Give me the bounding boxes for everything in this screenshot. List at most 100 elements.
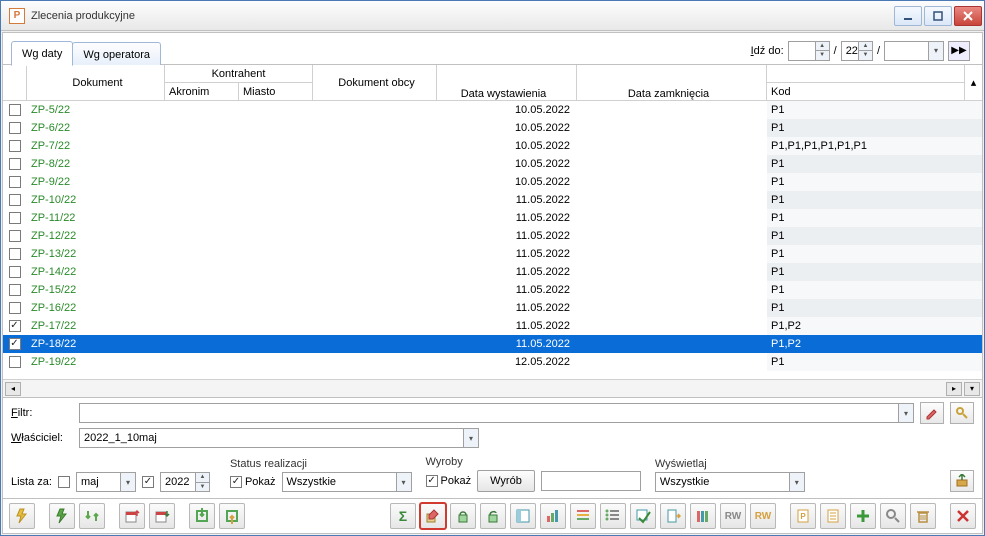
row-check[interactable] (3, 155, 27, 173)
tool-panel[interactable] (510, 503, 536, 529)
status-combo[interactable]: Wszystkie ▾ (282, 472, 412, 492)
tool-swap[interactable] (79, 503, 105, 529)
cell-kod: P1 (767, 209, 982, 227)
listfor-month-check[interactable] (58, 476, 70, 488)
tool-lock-green[interactable] (450, 503, 476, 529)
col-kontrahent[interactable]: Kontrahent (165, 65, 312, 82)
tool-lightning1[interactable] (9, 503, 35, 529)
col-obcy[interactable]: Dokument obcy (313, 65, 437, 100)
tool-rw-grey[interactable]: RW (720, 503, 746, 529)
tool-date-down[interactable] (149, 503, 175, 529)
row-check[interactable] (3, 101, 27, 119)
row-check[interactable] (3, 317, 27, 335)
goto-day-spin[interactable]: ▲▼ (788, 41, 830, 61)
row-check[interactable] (3, 281, 27, 299)
row-check[interactable] (3, 227, 27, 245)
tool-box-out[interactable] (219, 503, 245, 529)
row-check[interactable] (3, 119, 27, 137)
table-row[interactable]: ZP-8/2210.05.2022P1 (3, 155, 982, 173)
table-row[interactable]: ZP-12/2211.05.2022P1 (3, 227, 982, 245)
col-dokument[interactable]: Dokument (27, 65, 165, 100)
tool-sigma[interactable]: Σ (390, 503, 416, 529)
filter-combo[interactable]: ▾ (79, 403, 914, 423)
scroll-right[interactable]: ▸ (946, 382, 962, 396)
tool-chart[interactable] (540, 503, 566, 529)
table-row[interactable]: ZP-16/2211.05.2022P1 (3, 299, 982, 317)
row-check[interactable] (3, 263, 27, 281)
owner-combo[interactable]: 2022_1_10maj ▾ (79, 428, 479, 448)
grid-body[interactable]: ZP-5/2210.05.2022P1ZP-6/2210.05.2022P1ZP… (3, 101, 982, 379)
table-row[interactable]: ZP-11/2211.05.2022P1 (3, 209, 982, 227)
products-combo[interactable] (541, 471, 641, 491)
table-row[interactable]: ZP-7/2210.05.2022P1,P1,P1,P1,P1,P1 (3, 137, 982, 155)
row-check[interactable] (3, 335, 27, 353)
tool-box-in[interactable] (189, 503, 215, 529)
table-row[interactable]: ZP-6/2210.05.2022P1 (3, 119, 982, 137)
tool-rw-gold[interactable]: RW (750, 503, 776, 529)
tool-grid-check[interactable] (630, 503, 656, 529)
cell-dokument: ZP-5/22 (27, 101, 165, 119)
goto-num-spin[interactable]: 22 ▲▼ (841, 41, 873, 61)
scroll-left[interactable]: ◂ (5, 382, 21, 396)
tool-doc-p[interactable]: P (790, 503, 816, 529)
row-check[interactable] (3, 191, 27, 209)
table-row[interactable]: ZP-9/2210.05.2022P1 (3, 173, 982, 191)
tool-books[interactable] (690, 503, 716, 529)
tool-unlock[interactable] (480, 503, 506, 529)
tool-lightning2[interactable] (49, 503, 75, 529)
listfor-month-combo[interactable]: maj ▾ (76, 472, 136, 492)
col-miasto[interactable]: Miasto (239, 83, 312, 100)
tool-edit-highlighted[interactable] (420, 503, 446, 529)
status-show-check[interactable] (230, 476, 242, 488)
scroll-up[interactable]: ▴ (965, 65, 982, 100)
table-row[interactable]: ZP-18/2211.05.2022P1,P2 (3, 335, 982, 353)
table-row[interactable]: ZP-10/2211.05.2022P1 (3, 191, 982, 209)
row-check[interactable] (3, 245, 27, 263)
tool-list1[interactable] (570, 503, 596, 529)
tool-list2[interactable] (600, 503, 626, 529)
row-check[interactable] (3, 173, 27, 191)
products-button[interactable]: Wyrób (477, 470, 535, 492)
row-check[interactable] (3, 209, 27, 227)
minimize-button[interactable] (894, 6, 922, 26)
goto-next-button[interactable]: ▶▶ (948, 41, 970, 61)
tool-search[interactable] (880, 503, 906, 529)
export-button[interactable] (950, 470, 974, 492)
filter-config-button[interactable] (950, 402, 974, 424)
tool-date-up[interactable] (119, 503, 145, 529)
content-area: Wg daty Wg operatora IIdź do:dź do: ▲▼ /… (2, 32, 983, 534)
owner-value: 2022_1_10maj (84, 432, 157, 444)
table-row[interactable]: ZP-14/2211.05.2022P1 (3, 263, 982, 281)
table-row[interactable]: ZP-5/2210.05.2022P1 (3, 101, 982, 119)
scroll-down[interactable]: ▾ (964, 382, 980, 396)
row-check[interactable] (3, 137, 27, 155)
cell-data-wyst: 11.05.2022 (437, 317, 577, 335)
goto-combo[interactable]: ▾ (884, 41, 944, 61)
listfor-year-check[interactable] (142, 476, 154, 488)
tool-doc-list[interactable] (820, 503, 846, 529)
table-row[interactable]: ZP-15/2211.05.2022P1 (3, 281, 982, 299)
hscrollbar[interactable]: ◂ ▸ ▾ (3, 379, 982, 397)
listfor-year-spin[interactable]: 2022 ▲▼ (160, 472, 210, 492)
filter-edit-button[interactable] (920, 402, 944, 424)
table-row[interactable]: ZP-17/2211.05.2022P1,P2 (3, 317, 982, 335)
col-data-wyst[interactable]: Data wystawienia (437, 65, 577, 100)
tool-close[interactable] (950, 503, 976, 529)
table-row[interactable]: ZP-19/2212.05.2022P1 (3, 353, 982, 371)
col-kod[interactable]: Kod (767, 82, 964, 100)
cell-data-wyst: 10.05.2022 (437, 101, 577, 119)
tab-by-operator[interactable]: Wg operatora (72, 42, 161, 66)
close-button[interactable] (954, 6, 982, 26)
col-akronim[interactable]: Akronim (165, 83, 239, 100)
tool-doc-arrow[interactable] (660, 503, 686, 529)
products-show-check[interactable] (426, 475, 438, 487)
display-combo[interactable]: Wszystkie ▾ (655, 472, 805, 492)
tab-by-date[interactable]: Wg daty (11, 41, 73, 66)
tool-delete[interactable] (910, 503, 936, 529)
row-check[interactable] (3, 353, 27, 371)
tool-add[interactable] (850, 503, 876, 529)
maximize-button[interactable] (924, 6, 952, 26)
table-row[interactable]: ZP-13/2211.05.2022P1 (3, 245, 982, 263)
row-check[interactable] (3, 299, 27, 317)
col-data-zamk[interactable]: Data zamknięcia (577, 65, 767, 100)
